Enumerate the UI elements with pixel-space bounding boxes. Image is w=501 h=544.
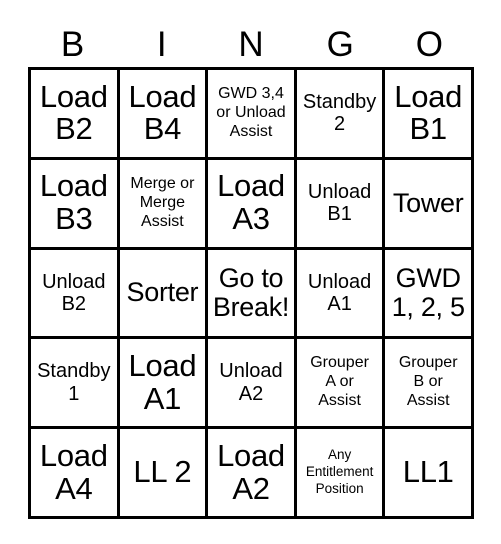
bingo-cell-label: Unload A2 [219, 360, 283, 405]
bingo-cell-label: Grouper B or Assist [398, 354, 458, 410]
bingo-cell-label: Load A4 [39, 437, 108, 506]
bingo-cell-label: Grouper A or Assist [310, 354, 369, 410]
bingo-cell-label: Unload B1 [307, 180, 372, 226]
bingo-cell-label: Load A3 [217, 168, 285, 237]
bingo-cell[interactable]: Load B2 [31, 70, 120, 160]
bingo-cell[interactable]: Grouper B or Assist [385, 339, 474, 430]
bingo-header-letter-b: B [60, 25, 85, 64]
bingo-header-letter-o: O [415, 25, 443, 64]
bingo-cell[interactable]: Load B4 [119, 70, 209, 160]
bingo-cell-label: GWD 1, 2, 5 [391, 262, 465, 322]
bingo-cell-label: Load B4 [128, 78, 197, 147]
bingo-cell-label: LL 2 [133, 454, 192, 490]
bingo-cell[interactable]: Go to Break! [208, 249, 297, 340]
bingo-cell-label: Load A1 [128, 347, 197, 416]
bingo-cell[interactable]: GWD 3,4 or Unload Assist [208, 70, 297, 160]
bingo-cell[interactable]: Unload A1 [296, 249, 386, 340]
bingo-cell[interactable]: Load A3 [208, 159, 297, 250]
bingo-header-letter-i: I [156, 25, 167, 64]
bingo-cell-label: Load B1 [394, 78, 463, 147]
bingo-cell-label: Load A2 [217, 437, 285, 506]
bingo-cell[interactable]: Tower [385, 159, 474, 250]
bingo-cell-label: Standby 2 [302, 91, 377, 136]
bingo-cell[interactable]: LL1 [385, 429, 474, 519]
bingo-cell-label: Any Entitlement Position [305, 447, 374, 497]
bingo-cell[interactable]: Sorter [119, 249, 209, 340]
bingo-cell-label: GWD 3,4 or Unload Assist [216, 85, 286, 140]
bingo-header-letter-n: N [238, 25, 264, 64]
bingo-cell[interactable]: Load A4 [31, 429, 120, 519]
bingo-cell-label: Go to Break! [212, 262, 290, 322]
bingo-cell-label: Standby 1 [37, 360, 111, 405]
bingo-cell[interactable]: Load A2 [208, 429, 297, 519]
bingo-cell[interactable]: LL 2 [119, 429, 209, 519]
bingo-cell[interactable]: Unload B2 [31, 249, 120, 340]
bingo-cell[interactable]: GWD 1, 2, 5 [385, 249, 474, 340]
bingo-cell-label: Unload A1 [307, 270, 372, 315]
bingo-header-row: B I N G O [28, 22, 474, 67]
bingo-cell[interactable]: Grouper A or Assist [296, 339, 386, 430]
bingo-cell-label: LL1 [402, 454, 454, 490]
bingo-cell-label: Tower [392, 187, 464, 218]
bingo-cell[interactable]: Standby 2 [296, 70, 386, 160]
bingo-cell[interactable]: Load B3 [31, 159, 120, 250]
bingo-grid: Load B2 Load B4 GWD 3,4 or Unload Assist St… [28, 67, 474, 519]
bingo-cell-label: Load B2 [39, 78, 108, 147]
bingo-cell[interactable]: Unload B1 [296, 159, 386, 250]
bingo-cell[interactable]: Load B1 [385, 70, 474, 160]
bingo-card: B I N G O Load B2 Load B4 GWD 3,4 or Unloa… [0, 0, 501, 544]
bingo-cell-label: Unload B2 [42, 270, 106, 315]
bingo-cell[interactable]: Merge or Merge Assist [119, 159, 209, 250]
bingo-cell[interactable]: Any Entitlement Position [296, 429, 386, 519]
bingo-cell-label: Sorter [126, 277, 199, 308]
bingo-cell-label: Load B3 [39, 168, 108, 237]
bingo-header-letter-g: G [326, 25, 354, 64]
bingo-cell[interactable]: Load A1 [119, 339, 209, 430]
bingo-cell[interactable]: Unload A2 [208, 339, 297, 430]
bingo-cell-label: Merge or Merge Assist [130, 174, 195, 230]
bingo-cell[interactable]: Standby 1 [31, 339, 120, 430]
